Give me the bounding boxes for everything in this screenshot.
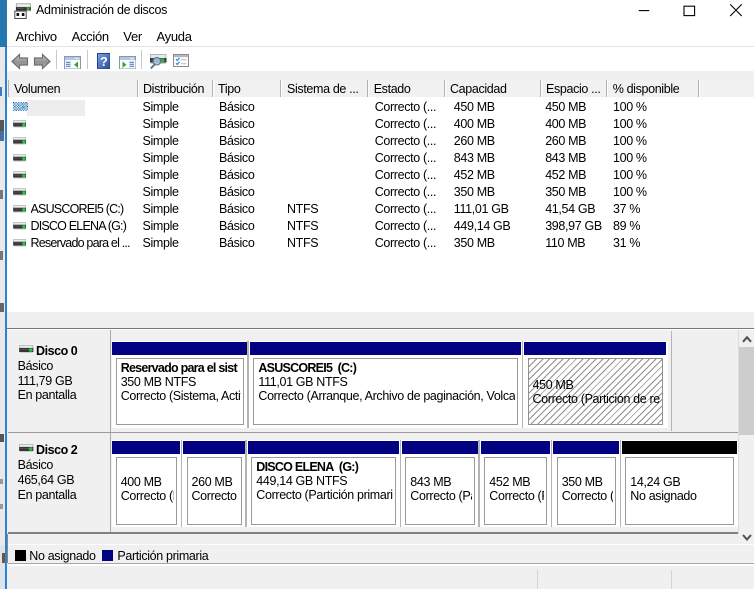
svg-text:?: ? [100,54,107,68]
